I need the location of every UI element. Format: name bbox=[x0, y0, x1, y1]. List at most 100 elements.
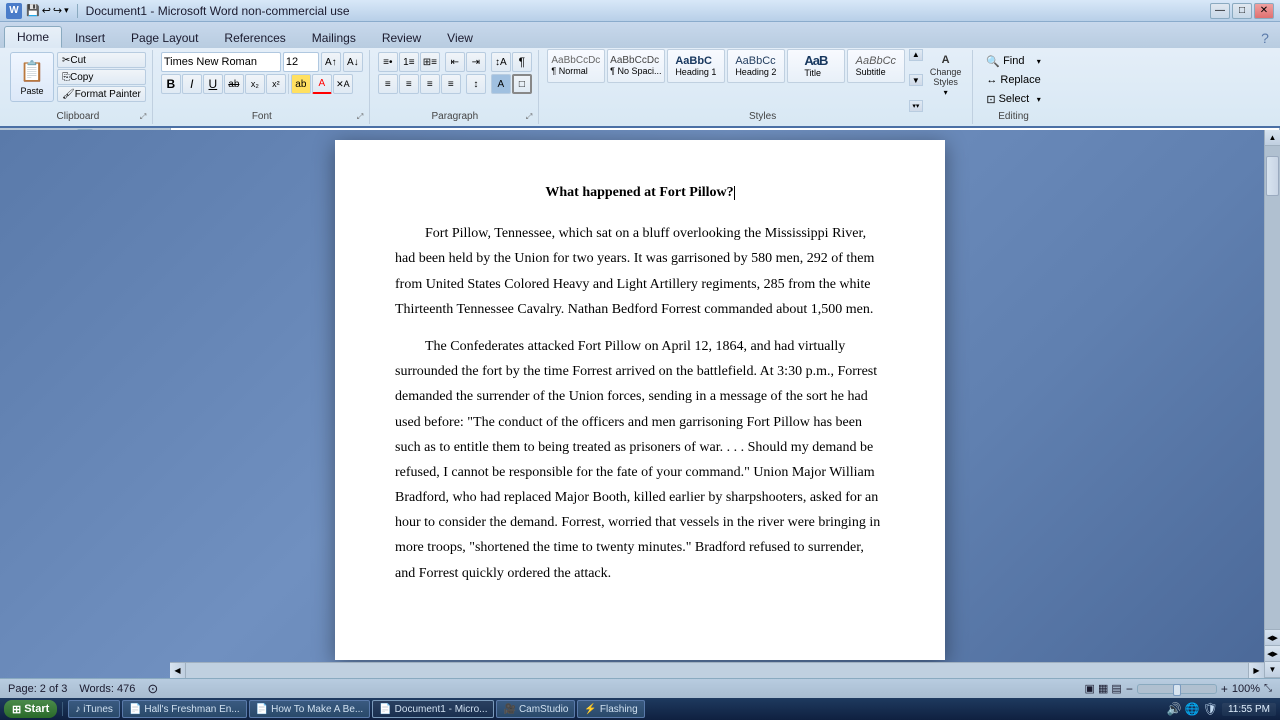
quick-undo[interactable]: ↩ bbox=[42, 4, 51, 17]
strikethrough-button[interactable]: ab bbox=[224, 74, 244, 94]
document-title: What happened at Fort Pillow? bbox=[395, 180, 885, 205]
align-center-button[interactable]: ≡ bbox=[399, 74, 419, 94]
subscript-button[interactable]: x₂ bbox=[245, 74, 265, 94]
taskbar: ⊞Start ♪iTunes 📄Hall's Freshman En... 📄H… bbox=[0, 698, 1280, 720]
scrollbar-vertical[interactable]: ▲ ◀▶ ◀▶ ▼ bbox=[1264, 130, 1280, 678]
taskbar-flashing[interactable]: ⚡Flashing bbox=[577, 700, 644, 718]
minimize-button[interactable]: — bbox=[1210, 3, 1230, 19]
ribbon-content: 📋 Paste ✂ Cut ⎘ Copy 🖌 Format Painter Cl… bbox=[0, 48, 1280, 126]
quick-redo[interactable]: ↪ bbox=[53, 4, 62, 17]
taskbar-howto[interactable]: 📄How To Make A Be... bbox=[249, 700, 371, 718]
find-button[interactable]: 🔍 Find ▾ bbox=[981, 52, 1045, 70]
help-button[interactable]: ? bbox=[1254, 28, 1276, 48]
zoom-level: 100% bbox=[1232, 683, 1260, 695]
underline-button[interactable]: U bbox=[203, 74, 223, 94]
document-area[interactable]: What happened at Fort Pillow? Fort Pillo… bbox=[0, 130, 1280, 678]
copy-button[interactable]: ⎘ Copy bbox=[57, 69, 146, 85]
maximize-button[interactable]: □ bbox=[1232, 3, 1252, 19]
taskbar-halls[interactable]: 📄Hall's Freshman En... bbox=[122, 700, 247, 718]
scroll-track-vertical[interactable] bbox=[1265, 146, 1280, 629]
numbering-button[interactable]: 1≡ bbox=[399, 52, 419, 72]
taskbar-camstudio[interactable]: 🎥CamStudio bbox=[496, 700, 575, 718]
align-left-button[interactable]: ≡ bbox=[378, 74, 398, 94]
track-changes-icon[interactable]: ⊙ bbox=[147, 681, 158, 697]
clipboard-expand[interactable]: ⤢ bbox=[140, 112, 150, 122]
taskbar-itunes[interactable]: ♪iTunes bbox=[68, 700, 120, 718]
paste-button[interactable]: 📋 Paste bbox=[10, 52, 54, 102]
text-highlight-button[interactable]: ab bbox=[291, 74, 311, 94]
tab-mailings[interactable]: Mailings bbox=[299, 26, 369, 48]
replace-button[interactable]: ↔ Replace bbox=[981, 71, 1045, 89]
style-subtitle[interactable]: AaBbCc Subtitle bbox=[847, 49, 905, 83]
font-expand[interactable]: ⤢ bbox=[357, 112, 367, 122]
paragraph-expand[interactable]: ⤢ bbox=[526, 112, 536, 122]
italic-button[interactable]: I bbox=[182, 74, 202, 94]
increase-indent-button[interactable]: ⇥ bbox=[466, 52, 486, 72]
tab-references[interactable]: References bbox=[211, 26, 298, 48]
taskbar-right: 🔊 🌐 🛡 11:55 PM bbox=[1167, 702, 1276, 716]
scroll-next-button[interactable]: ▼ bbox=[1265, 662, 1280, 678]
zoom-slider[interactable] bbox=[1137, 684, 1217, 694]
clipboard-label: Clipboard bbox=[4, 111, 152, 122]
superscript-button[interactable]: x² bbox=[266, 74, 286, 94]
select-button[interactable]: ⊡ Select ▾ bbox=[981, 90, 1045, 108]
styles-dropdown[interactable]: ▾▾ bbox=[909, 100, 923, 112]
style-no-spacing[interactable]: AaBbCcDc ¶ No Spaci... bbox=[607, 49, 665, 83]
tab-insert[interactable]: Insert bbox=[62, 26, 118, 48]
tab-home[interactable]: Home bbox=[4, 26, 62, 48]
multilevel-list-button[interactable]: ⊞≡ bbox=[420, 52, 440, 72]
align-right-button[interactable]: ≡ bbox=[420, 74, 440, 94]
title-bar: W 💾 ↩ ↪ ▾ Document1 - Microsoft Word non… bbox=[0, 0, 1280, 22]
decrease-indent-button[interactable]: ⇤ bbox=[445, 52, 465, 72]
quick-access-dropdown[interactable]: ▾ bbox=[64, 5, 69, 16]
styles-scroll-up[interactable]: ▲ bbox=[909, 49, 923, 61]
scroll-up-button[interactable]: ▲ bbox=[1265, 130, 1280, 146]
clear-format-button[interactable]: ✕A bbox=[333, 74, 353, 94]
font-size-input[interactable] bbox=[283, 52, 319, 72]
style-normal[interactable]: AaBbCcDc ¶ Normal bbox=[547, 49, 605, 83]
zoom-minus[interactable]: − bbox=[1126, 682, 1133, 696]
view-icons[interactable]: ▣ ▦ ▤ bbox=[1085, 682, 1122, 695]
format-painter-button[interactable]: 🖌 Format Painter bbox=[57, 86, 146, 102]
zoom-plus[interactable]: + bbox=[1221, 682, 1228, 696]
justify-button[interactable]: ≡ bbox=[441, 74, 461, 94]
scroll-left-button[interactable]: ◀ bbox=[170, 663, 186, 678]
scroll-right-button[interactable]: ▶ bbox=[1248, 663, 1264, 678]
grow-font-button[interactable]: A↑ bbox=[321, 52, 341, 72]
shield-icon[interactable]: 🛡 bbox=[1203, 702, 1218, 716]
close-button[interactable]: ✕ bbox=[1254, 3, 1274, 19]
scroll-page-down[interactable]: ◀▶ bbox=[1265, 646, 1280, 662]
show-formatting-button[interactable]: ¶ bbox=[512, 52, 532, 72]
font-name-input[interactable] bbox=[161, 52, 281, 72]
paragraph-1: Fort Pillow, Tennessee, which sat on a b… bbox=[395, 221, 885, 322]
bullets-button[interactable]: ≡• bbox=[378, 52, 398, 72]
scroll-thumb-vertical[interactable] bbox=[1266, 156, 1279, 196]
quick-save[interactable]: 💾 bbox=[26, 4, 40, 17]
cut-button[interactable]: ✂ Cut bbox=[57, 52, 146, 68]
shading-button[interactable]: A bbox=[491, 74, 511, 94]
page-info: Page: 2 of 3 bbox=[8, 683, 67, 695]
paste-icon: 📋 bbox=[20, 59, 45, 84]
font-color-button[interactable]: A bbox=[312, 74, 332, 94]
tab-page-layout[interactable]: Page Layout bbox=[118, 26, 211, 48]
document-page[interactable]: What happened at Fort Pillow? Fort Pillo… bbox=[335, 140, 945, 660]
style-heading1[interactable]: AaBbC Heading 1 bbox=[667, 49, 725, 83]
styles-scroll-down[interactable]: ▼ bbox=[909, 74, 923, 86]
network-icon[interactable]: 🌐 bbox=[1185, 702, 1200, 716]
style-title[interactable]: AaB Title bbox=[787, 49, 845, 83]
border-button[interactable]: □ bbox=[512, 74, 532, 94]
zoom-fit-button[interactable]: ⤡ bbox=[1264, 683, 1272, 694]
shrink-font-button[interactable]: A↓ bbox=[343, 52, 363, 72]
bold-button[interactable]: B bbox=[161, 74, 181, 94]
tab-review[interactable]: Review bbox=[369, 26, 434, 48]
scroll-page-up[interactable]: ◀▶ bbox=[1265, 630, 1280, 646]
scrollbar-horizontal[interactable]: ◀ ▶ bbox=[170, 662, 1264, 678]
taskbar-document1[interactable]: 📄Document1 - Micro... bbox=[372, 700, 494, 718]
line-spacing-button[interactable]: ↕ bbox=[466, 74, 486, 94]
style-heading2[interactable]: AaBbCc Heading 2 bbox=[727, 49, 785, 83]
tab-view[interactable]: View bbox=[434, 26, 486, 48]
speaker-icon[interactable]: 🔊 bbox=[1167, 702, 1182, 716]
change-styles-button[interactable]: A ChangeStyles ▾ bbox=[925, 49, 967, 112]
start-button[interactable]: ⊞Start bbox=[4, 700, 57, 718]
sort-button[interactable]: ↕A bbox=[491, 52, 511, 72]
